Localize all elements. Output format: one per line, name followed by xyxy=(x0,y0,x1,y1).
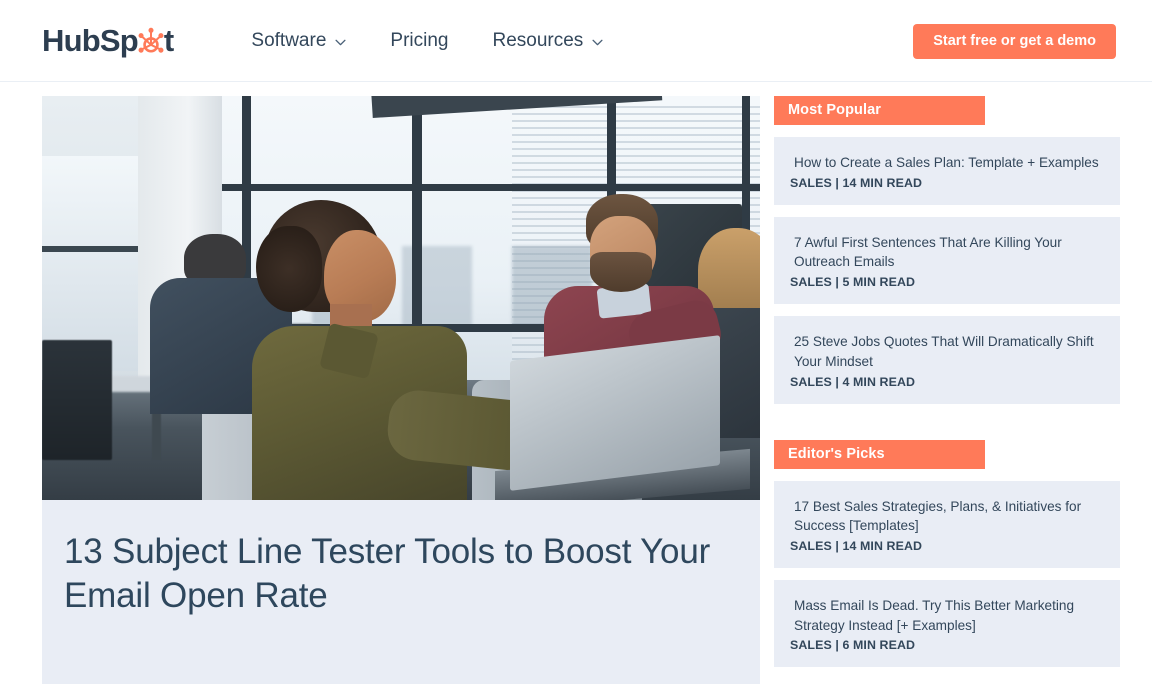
list-item[interactable]: 25 Steve Jobs Quotes That Will Dramatica… xyxy=(774,316,1120,404)
list-item[interactable]: 7 Awful First Sentences That Are Killing… xyxy=(774,216,1120,305)
logo-text-after: t xyxy=(163,23,174,58)
card-title: Mass Email Is Dead. Try This Better Mark… xyxy=(794,597,1075,633)
sidebar: Most Popular How to Create a Sales Plan:… xyxy=(774,96,1120,684)
card-meta: SALES | 4 MIN READ xyxy=(790,374,916,389)
hubspot-sprocket-icon xyxy=(138,26,164,56)
logo-text-before: HubSp xyxy=(42,23,139,58)
nav-item-software[interactable]: Software xyxy=(251,30,346,52)
section-heading-editors-picks: Editor's Picks xyxy=(774,439,985,469)
card-title: 17 Best Sales Strategies, Plans, & Initi… xyxy=(794,498,1082,534)
card-meta: SALES | 14 MIN READ xyxy=(790,175,923,190)
card-meta: SALES | 6 MIN READ xyxy=(790,638,916,653)
list-item[interactable]: 17 Best Sales Strategies, Plans, & Initi… xyxy=(774,480,1120,568)
nav-label-software: Software xyxy=(251,29,327,51)
hubspot-logo[interactable]: HubSp t xyxy=(42,23,174,58)
page-body: 13 Subject Line Tester Tools to Boost Yo… xyxy=(0,82,1152,684)
nav-label-resources: Resources xyxy=(492,29,584,51)
start-free-demo-button[interactable]: Start free or get a demo xyxy=(913,24,1116,59)
main-navigation: Software Pricing Resources xyxy=(251,30,603,52)
chevron-down-icon xyxy=(335,39,346,45)
card-title: 7 Awful First Sentences That Are Killing… xyxy=(794,234,1062,270)
card-meta: SALES | 14 MIN READ xyxy=(790,538,923,553)
featured-article-card[interactable]: 13 Subject Line Tester Tools to Boost Yo… xyxy=(42,96,760,684)
card-meta: SALES | 5 MIN READ xyxy=(790,275,916,290)
nav-item-resources[interactable]: Resources xyxy=(492,30,603,52)
chevron-down-icon xyxy=(592,39,603,45)
nav-label-pricing: Pricing xyxy=(390,29,449,51)
list-item[interactable]: How to Create a Sales Plan: Template + E… xyxy=(774,137,1120,205)
card-title: 25 Steve Jobs Quotes That Will Dramatica… xyxy=(794,334,1094,369)
article-hero-image xyxy=(42,96,760,500)
section-heading-most-popular: Most Popular xyxy=(774,96,985,125)
card-title: How to Create a Sales Plan: Template + E… xyxy=(794,155,1099,170)
site-header: HubSp t Software Pricing Resources Start… xyxy=(0,0,1152,82)
article-headline: 13 Subject Line Tester Tools to Boost Yo… xyxy=(64,532,711,616)
nav-item-pricing[interactable]: Pricing xyxy=(390,30,448,52)
list-item[interactable]: Mass Email Is Dead. Try This Better Mark… xyxy=(774,579,1120,668)
